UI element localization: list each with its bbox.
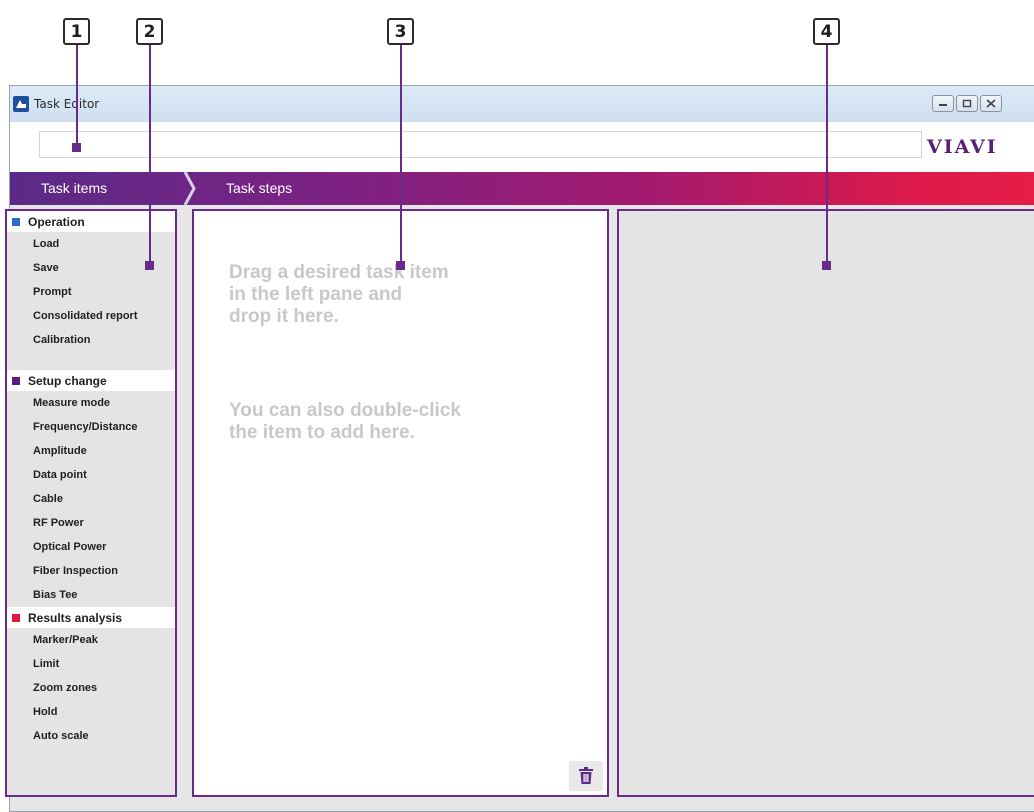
minimize-button[interactable] bbox=[932, 95, 954, 112]
callout-3-line bbox=[400, 45, 402, 266]
task-item[interactable]: Auto scale bbox=[7, 724, 175, 748]
task-item[interactable]: Prompt bbox=[7, 280, 175, 304]
close-button[interactable] bbox=[980, 95, 1002, 112]
task-name-field[interactable] bbox=[39, 131, 922, 158]
nav-bar: Task items Task steps bbox=[10, 172, 1034, 205]
category-color-icon bbox=[12, 376, 20, 385]
callout-3-dot bbox=[396, 261, 405, 270]
category-label: Results analysis bbox=[28, 610, 123, 625]
task-item[interactable]: Fiber Inspection bbox=[7, 559, 175, 583]
task-detail-pane bbox=[617, 209, 1034, 797]
callout-2-line bbox=[149, 45, 151, 266]
double-click-hint: You can also double-click the item to ad… bbox=[229, 400, 461, 443]
category-color-icon bbox=[12, 613, 20, 622]
callout-4-dot bbox=[822, 261, 831, 270]
drag-drop-hint: Drag a desired task item in the left pan… bbox=[229, 262, 449, 327]
trash-icon bbox=[579, 767, 593, 784]
category-spacer bbox=[7, 352, 175, 370]
app-icon bbox=[13, 96, 29, 112]
viavi-logo: VIAVI bbox=[927, 136, 998, 158]
callout-2: 2 bbox=[136, 18, 163, 45]
task-item[interactable]: Optical Power bbox=[7, 535, 175, 559]
callout-1-dot bbox=[72, 143, 81, 152]
tab-task-steps[interactable]: Task steps bbox=[226, 180, 292, 196]
task-item[interactable]: Marker/Peak bbox=[7, 628, 175, 652]
task-item[interactable]: Consolidated report bbox=[7, 304, 175, 328]
task-item[interactable]: Cable bbox=[7, 487, 175, 511]
category-header[interactable]: Results analysis bbox=[7, 607, 175, 628]
task-items-pane: Operation Load Save Prompt Consolidated repo… bbox=[5, 209, 177, 797]
callout-3: 3 bbox=[387, 18, 414, 45]
task-item[interactable]: Measure mode bbox=[7, 391, 175, 415]
task-steps-pane[interactable]: Drag a desired task item in the left pan… bbox=[192, 209, 609, 797]
callout-1: 1 bbox=[63, 18, 90, 45]
task-item[interactable]: Calibration bbox=[7, 328, 175, 352]
task-item[interactable]: RF Power bbox=[7, 511, 175, 535]
task-item[interactable]: Frequency/Distance bbox=[7, 415, 175, 439]
category-label: Setup change bbox=[28, 373, 107, 388]
task-item[interactable]: Amplitude bbox=[7, 439, 175, 463]
tab-task-items[interactable]: Task items bbox=[41, 180, 107, 196]
delete-button[interactable] bbox=[569, 761, 603, 791]
task-item[interactable]: Hold bbox=[7, 700, 175, 724]
title-bar[interactable]: Task Editor bbox=[10, 86, 1034, 122]
callout-1-line bbox=[76, 45, 78, 147]
task-item[interactable]: Bias Tee bbox=[7, 583, 175, 607]
category-color-icon bbox=[12, 217, 20, 226]
task-item[interactable]: Data point bbox=[7, 463, 175, 487]
callout-2-dot bbox=[145, 261, 154, 270]
callout-4: 4 bbox=[813, 18, 840, 45]
category-label: Operation bbox=[28, 214, 85, 229]
window-title: Task Editor bbox=[34, 97, 100, 111]
task-item[interactable]: Zoom zones bbox=[7, 676, 175, 700]
task-item[interactable]: Limit bbox=[7, 652, 175, 676]
category-header[interactable]: Setup change bbox=[7, 370, 175, 391]
callout-4-line bbox=[826, 45, 828, 266]
task-name-area: VIAVI bbox=[10, 122, 1034, 172]
chevron-right-icon bbox=[183, 172, 196, 205]
maximize-button[interactable] bbox=[956, 95, 978, 112]
